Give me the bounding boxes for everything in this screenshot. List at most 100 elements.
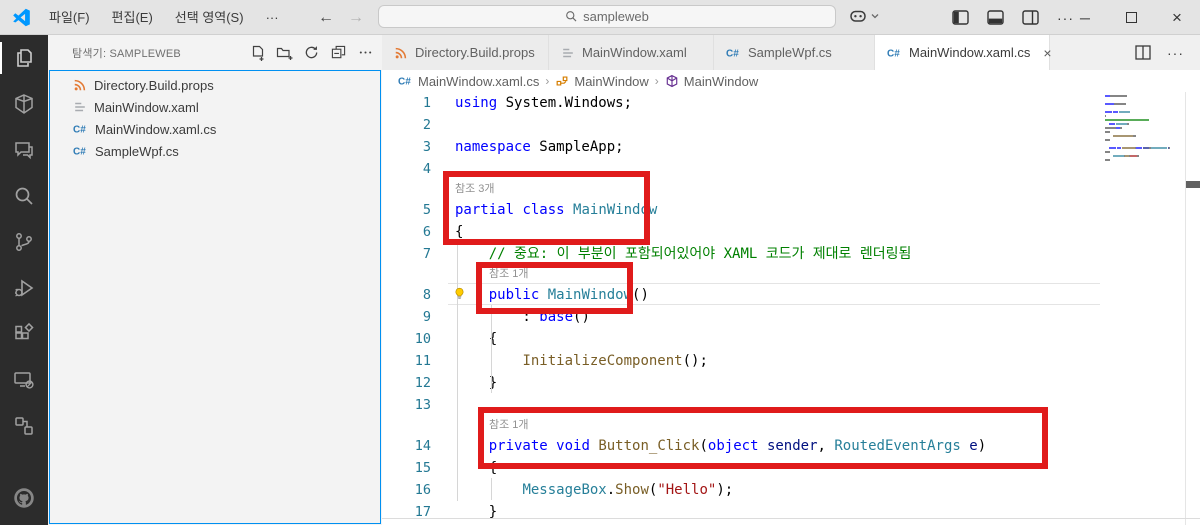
- explorer-file-list: Directory.Build.props MainWindow.xaml C# Ma…: [49, 70, 381, 524]
- file-item[interactable]: MainWindow.xaml: [50, 96, 380, 118]
- activity-extensions-button[interactable]: [0, 311, 48, 357]
- chat-icon: [12, 138, 36, 162]
- more-button[interactable]: [357, 44, 374, 61]
- toggle-panel-icon[interactable]: [987, 10, 1004, 25]
- cs-file-icon: C#: [887, 46, 902, 60]
- codelens-references[interactable]: 참조 3개: [382, 180, 1200, 199]
- activity-package-button[interactable]: [0, 81, 48, 127]
- symbol-method-icon: [665, 74, 679, 88]
- breadcrumb[interactable]: C# MainWindow.xaml.cs › MainWindow › MainWind…: [382, 70, 1200, 92]
- line-number: 8: [422, 287, 431, 303]
- tab-directory-build-props[interactable]: Directory.Build.props: [382, 35, 549, 70]
- toggle-sidebar-left-icon[interactable]: [952, 10, 969, 25]
- editor-more-button[interactable]: ···: [1167, 45, 1184, 61]
- tab-label: Directory.Build.props: [415, 45, 535, 60]
- code-line: 2: [382, 114, 1200, 136]
- close-button[interactable]: ×: [1154, 0, 1200, 35]
- cs-file-icon: C#: [73, 122, 88, 136]
- split-editor-icon[interactable]: [1135, 45, 1151, 60]
- activity-search-button[interactable]: [0, 173, 48, 219]
- file-item[interactable]: Directory.Build.props: [50, 74, 380, 96]
- cs-icon: C#: [398, 74, 413, 88]
- activity-bar: [0, 35, 48, 525]
- run-debug-icon: [12, 276, 36, 300]
- tab-mainwindow-xaml-cs[interactable]: C# MainWindow.xaml.cs ×: [875, 35, 1052, 70]
- nav-forward-button: →: [348, 8, 364, 26]
- code-line: 14 private void Button_Click(object send…: [382, 435, 1200, 457]
- code-line: 1 using System.Windows;: [382, 92, 1200, 114]
- new-folder-button[interactable]: [276, 44, 293, 61]
- cs-file-icon: C#: [726, 46, 741, 60]
- line-number: 15: [414, 460, 431, 476]
- code-line: 4: [382, 158, 1200, 180]
- tab-close-icon[interactable]: ×: [1043, 46, 1051, 60]
- activity-explorer-button[interactable]: [0, 35, 48, 81]
- github-icon: [11, 485, 37, 511]
- svg-text:C#: C#: [398, 77, 411, 88]
- line-number: 6: [422, 224, 431, 240]
- activity-dependencies-button[interactable]: [0, 403, 48, 449]
- menu-파일f[interactable]: 파일(F): [38, 7, 101, 29]
- collapse-all-button[interactable]: [330, 44, 347, 61]
- breadcrumb-item[interactable]: C# MainWindow.xaml.cs: [398, 74, 539, 89]
- refresh-button[interactable]: [303, 44, 320, 61]
- line-content: }: [455, 375, 498, 391]
- copilot-icon: [848, 6, 868, 26]
- breadcrumb-label: MainWindow: [574, 73, 649, 89]
- breadcrumb-item[interactable]: MainWindow: [555, 73, 649, 89]
- nav-back-button[interactable]: ←: [318, 9, 334, 27]
- command-center-search[interactable]: sampleweb: [378, 5, 836, 28]
- line-content: MessageBox.Show("Hello");: [522, 482, 734, 498]
- xml-file-icon: [561, 46, 575, 60]
- explorer-sidebar: 탐색기: SAMPLEWEB Directory.Build.props Main…: [48, 35, 382, 525]
- line-content: public MainWindow(): [488, 287, 649, 303]
- code-line: 7 // 중요: 이 부분이 포함되어있어야 XAML 코드가 제대로 렌더링됨: [382, 243, 1200, 265]
- menu-선택영역s[interactable]: 선택 영역(S): [164, 7, 255, 29]
- file-name: SampleWpf.cs: [95, 143, 179, 159]
- minimize-button[interactable]: ─: [1062, 0, 1108, 35]
- codelens-references[interactable]: 참조 1개: [382, 265, 1200, 284]
- activity-github-button[interactable]: [0, 475, 48, 521]
- file-item[interactable]: C# MainWindow.xaml.cs: [50, 118, 380, 140]
- file-item[interactable]: C# SampleWpf.cs: [50, 140, 380, 162]
- activity-chat-button[interactable]: [0, 127, 48, 173]
- code-line: 11 InitializeComponent();: [382, 350, 1200, 372]
- line-number: 16: [414, 482, 431, 498]
- activity-run-debug-button[interactable]: [0, 265, 48, 311]
- line-number: 7: [422, 246, 431, 262]
- editor-group: Directory.Build.props MainWindow.xaml C# Sa…: [382, 35, 1200, 525]
- tab-mainwindow-xaml[interactable]: MainWindow.xaml: [549, 35, 714, 70]
- line-number: 1: [422, 95, 431, 111]
- file-name: MainWindow.xaml: [94, 99, 199, 115]
- breadcrumb-item[interactable]: MainWindow: [665, 74, 758, 89]
- activity-source-control-button[interactable]: [0, 219, 48, 265]
- code-editor[interactable]: 1 using System.Windows; 2 3 namespace Sample…: [382, 92, 1200, 525]
- breadcrumb-label: MainWindow: [683, 73, 759, 89]
- tab-label: MainWindow.xaml: [582, 45, 687, 60]
- dependencies-icon: [12, 414, 36, 438]
- copilot-menu[interactable]: [848, 6, 880, 26]
- new-file-button[interactable]: [249, 44, 266, 61]
- line-number: 2: [422, 117, 431, 133]
- file-name: Directory.Build.props: [94, 77, 214, 93]
- codelens-references[interactable]: 참조 1개: [382, 416, 1200, 435]
- code-line: 5 partial class MainWindow: [382, 199, 1200, 221]
- explorer-icon: [12, 46, 36, 70]
- line-content: : base(): [455, 309, 590, 325]
- menu-[interactable]: ···: [255, 7, 290, 29]
- tab-samplewpf-cs[interactable]: C# SampleWpf.cs: [714, 35, 875, 70]
- svg-text:C#: C#: [73, 125, 86, 136]
- line-content: InitializeComponent();: [522, 353, 708, 369]
- line-content: }: [455, 504, 498, 520]
- line-number: 14: [414, 438, 431, 454]
- menu-편집e[interactable]: 편집(E): [101, 7, 164, 29]
- maximize-button[interactable]: [1108, 0, 1154, 35]
- toggle-sidebar-right-icon[interactable]: [1022, 10, 1039, 25]
- tab-label: MainWindow.xaml.cs: [909, 45, 1031, 60]
- code-line: 10 {: [382, 328, 1200, 350]
- activity-remote-explorer-button[interactable]: [0, 357, 48, 403]
- extensions-icon: [12, 322, 36, 346]
- svg-text:C#: C#: [73, 147, 86, 158]
- code-line: 3 namespace SampleApp;: [382, 136, 1200, 158]
- line-content: {: [455, 460, 498, 476]
